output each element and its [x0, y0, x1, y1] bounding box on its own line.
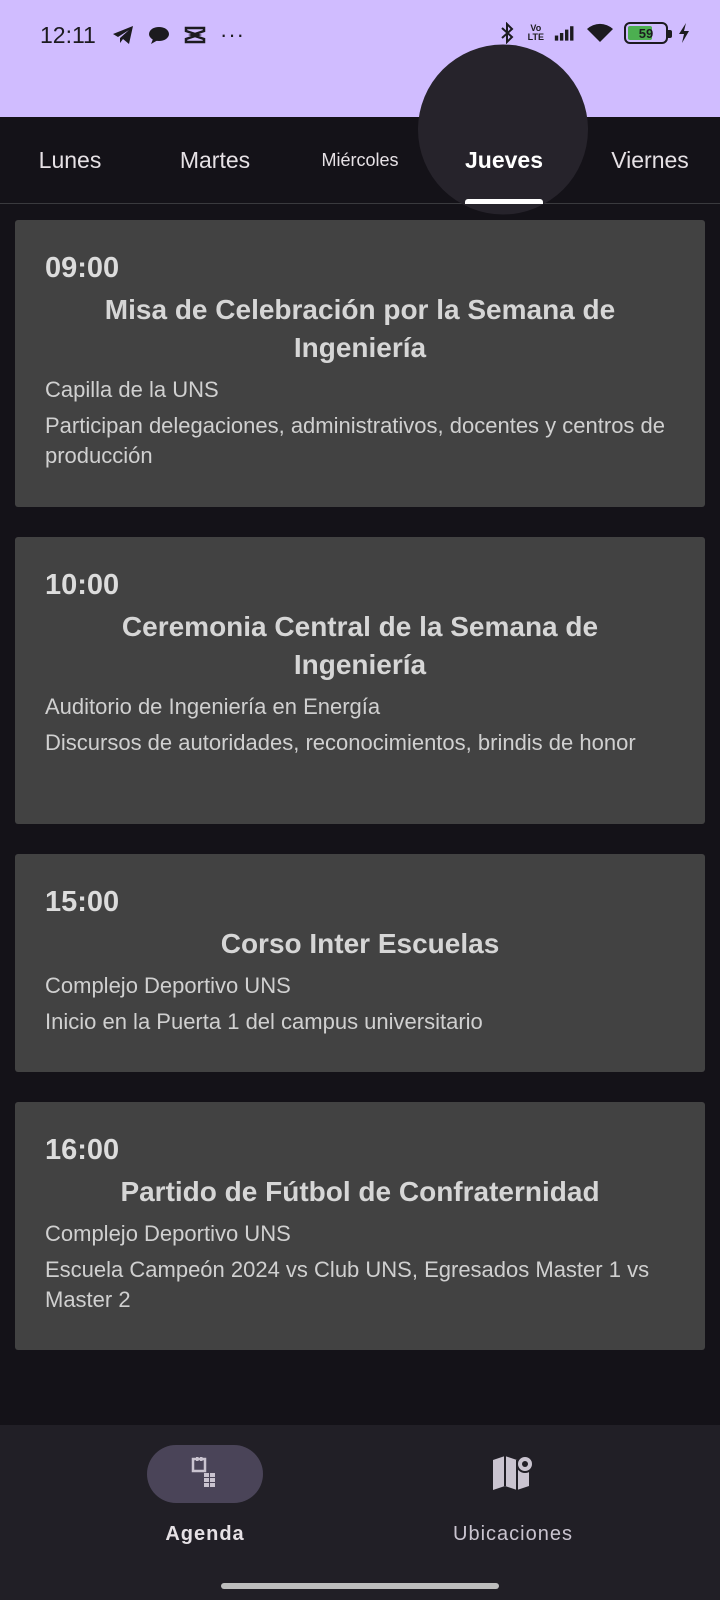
system-icons: Vo LTE 59	[496, 22, 690, 44]
tab-lunes[interactable]: Lunes	[10, 117, 130, 203]
event-time: 10:00	[45, 569, 120, 601]
event-place: Complejo Deportivo UNS	[45, 973, 291, 998]
notification-icons: ···	[112, 24, 245, 46]
map-icon	[491, 1452, 535, 1497]
calendar-icon	[190, 1456, 220, 1493]
bluetooth-icon	[496, 22, 518, 44]
event-list: 09:00 Misa de Celebración por la Semana …	[0, 205, 720, 1425]
signal-icon	[554, 22, 576, 44]
tab-miercoles[interactable]: Miércoles	[300, 117, 420, 203]
bolt-icon	[678, 22, 690, 44]
status-bar: 12:11 ··· Vo LTE 59	[0, 0, 720, 117]
tab-martes[interactable]: Martes	[150, 117, 280, 203]
day-tabs: Lunes Martes Miércoles Jueves Viernes	[0, 44, 720, 215]
nav-label-agenda: Agenda	[165, 1523, 245, 1545]
wifi-icon	[586, 22, 614, 44]
telegram-icon	[112, 24, 134, 46]
event-card[interactable]: 09:00 Misa de Celebración por la Semana …	[15, 220, 705, 507]
event-description: Inicio en la Puerta 1 del campus univers…	[45, 1009, 483, 1034]
battery-level: 59	[638, 25, 654, 41]
nav-item-ubicaciones[interactable]: Ubicaciones	[413, 1445, 613, 1546]
event-card[interactable]: 16:00 Partido de Fútbol de Confraternida…	[15, 1102, 705, 1350]
event-place: Complejo Deportivo UNS	[45, 1221, 291, 1246]
tab-jueves[interactable]: Jueves	[434, 117, 574, 203]
event-description: Participan delegaciones, administrativos…	[45, 413, 666, 468]
nav-pill-active[interactable]	[147, 1445, 263, 1503]
event-time: 09:00	[45, 252, 120, 284]
nav-item-agenda[interactable]: Agenda	[105, 1445, 305, 1546]
volte-icon: Vo LTE	[527, 23, 544, 42]
bottom-navigation: Agenda Ubicaciones	[0, 1425, 720, 1600]
event-title: Ceremonia Central de la Semana de Ingeni…	[121, 611, 599, 680]
nav-pill[interactable]	[455, 1445, 571, 1503]
home-indicator[interactable]	[221, 1583, 499, 1589]
event-description: Discursos de autoridades, reconocimiento…	[45, 730, 636, 755]
event-description: Escuela Campeón 2024 vs Club UNS, Egresa…	[45, 1257, 650, 1312]
event-time: 16:00	[45, 1134, 120, 1166]
capcut-icon	[184, 24, 206, 46]
event-title: Misa de Celebración por la Semana de Ing…	[104, 294, 616, 363]
event-place: Auditorio de Ingeniería en Energía	[45, 694, 381, 719]
event-title: Corso Inter Escuelas	[220, 928, 500, 959]
chat-bubble-icon	[148, 24, 170, 46]
event-place: Capilla de la UNS	[45, 377, 219, 402]
nav-label-ubicaciones: Ubicaciones	[453, 1523, 573, 1545]
more-notifications-icon: ···	[220, 22, 245, 47]
event-card[interactable]: 15:00 Corso Inter Escuelas Complejo Depo…	[15, 854, 705, 1072]
active-tab-indicator	[465, 199, 543, 204]
battery-icon: 59	[624, 22, 672, 44]
event-time: 15:00	[45, 886, 120, 918]
status-time: 12:11	[40, 22, 96, 48]
event-title: Partido de Fútbol de Confraternidad	[120, 1176, 600, 1207]
tab-viernes[interactable]: Viernes	[590, 117, 710, 203]
event-card[interactable]: 10:00 Ceremonia Central de la Semana de …	[15, 537, 705, 824]
